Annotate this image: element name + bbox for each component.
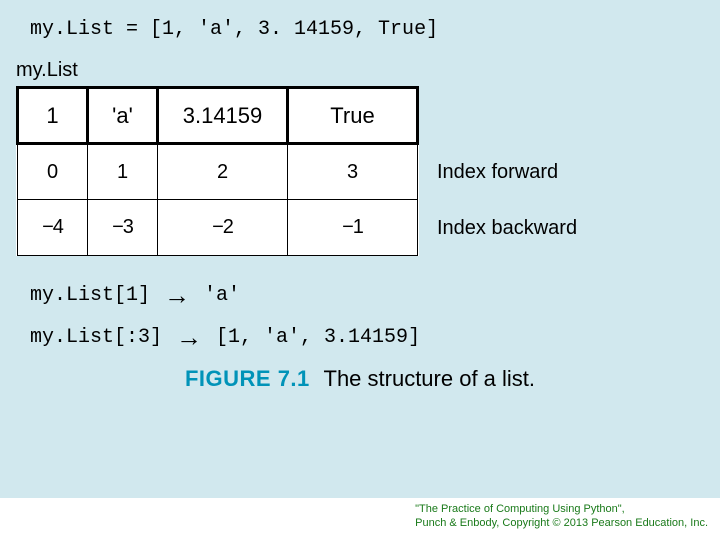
arrow-icon: → <box>164 282 190 308</box>
example-expr: my.List[:3] <box>30 326 162 349</box>
table-wrap: 1 'a' 3.14159 True 0 1 2 3 −4 −3 −2 −1 I… <box>16 86 720 256</box>
cell-index: 3 <box>288 144 418 200</box>
example-expr: my.List[1] <box>30 284 150 307</box>
example-result: [1, 'a', 3.14159] <box>216 326 420 349</box>
cell-index: 1 <box>88 144 158 200</box>
cell-value: 'a' <box>88 88 158 144</box>
variable-name-label: my.List <box>16 59 720 82</box>
cell-index: −3 <box>88 200 158 256</box>
copyright-text: "The Practice of Computing Using Python"… <box>415 502 708 531</box>
credit-line: Punch & Enbody, Copyright © 2013 Pearson… <box>415 516 708 530</box>
cell-index: −1 <box>288 200 418 256</box>
cell-value: 1 <box>18 88 88 144</box>
example-row: my.List[1] → 'a' <box>30 282 720 308</box>
code-declaration: my.List = [1, 'a', 3. 14159, True] <box>30 18 720 41</box>
figure-caption: FIGURE 7.1 The structure of a list. <box>0 366 720 392</box>
index-backward-label: Index backward <box>437 200 577 256</box>
figure-title: The structure of a list. <box>324 366 536 391</box>
values-row: 1 'a' 3.14159 True <box>18 88 418 144</box>
figure-label: FIGURE 7.1 <box>185 366 310 391</box>
index-backward-row: −4 −3 −2 −1 <box>18 200 418 256</box>
figure-panel: my.List = [1, 'a', 3. 14159, True] my.Li… <box>0 0 720 498</box>
cell-index: 0 <box>18 144 88 200</box>
example-result: 'a' <box>204 284 240 307</box>
index-forward-row: 0 1 2 3 <box>18 144 418 200</box>
cell-index: −2 <box>158 200 288 256</box>
cell-value: 3.14159 <box>158 88 288 144</box>
examples: my.List[1] → 'a' my.List[:3] → [1, 'a', … <box>30 282 720 350</box>
footer: "The Practice of Computing Using Python"… <box>0 498 720 540</box>
arrow-icon: → <box>176 324 202 350</box>
list-table: 1 'a' 3.14159 True 0 1 2 3 −4 −3 −2 −1 <box>16 86 419 256</box>
example-row: my.List[:3] → [1, 'a', 3.14159] <box>30 324 720 350</box>
cell-index: −4 <box>18 200 88 256</box>
index-forward-label: Index forward <box>437 144 577 200</box>
credit-line: "The Practice of Computing Using Python"… <box>415 502 708 516</box>
cell-index: 2 <box>158 144 288 200</box>
cell-value: True <box>288 88 418 144</box>
row-labels: Index forward Index backward <box>437 86 577 256</box>
